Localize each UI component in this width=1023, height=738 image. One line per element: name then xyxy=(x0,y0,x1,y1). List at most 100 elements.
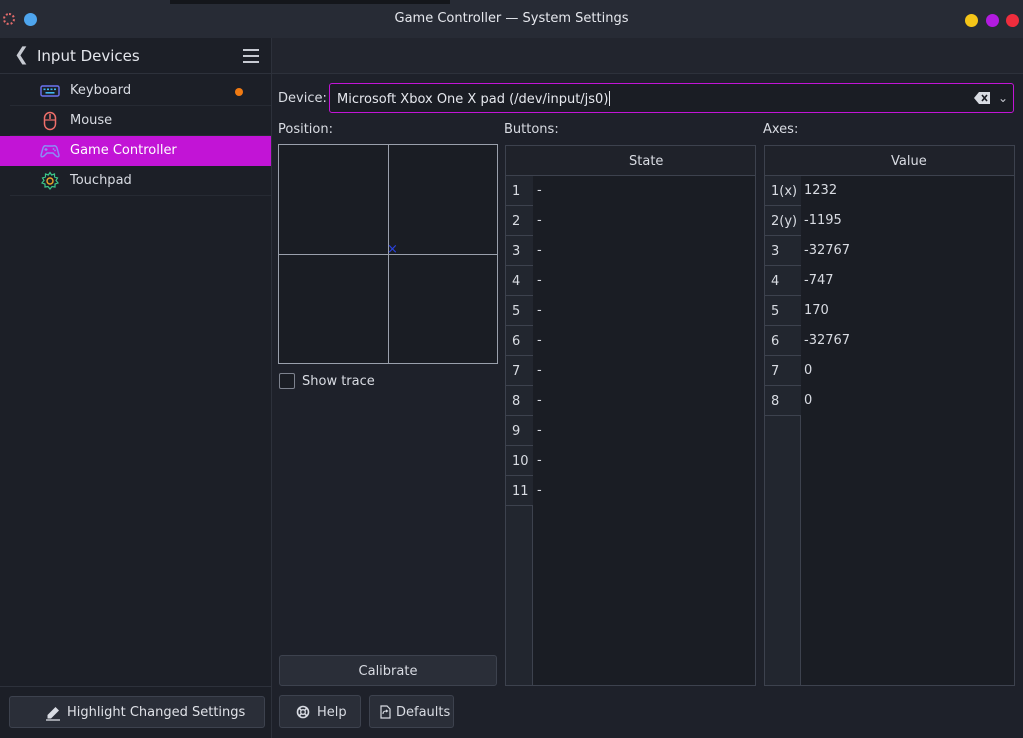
row-number: 1 xyxy=(506,176,533,206)
axis-value: 0 xyxy=(804,363,813,378)
document-restore-icon xyxy=(380,705,391,719)
table-row: 1(x) 1232 xyxy=(765,176,1014,206)
row-number: 4 xyxy=(506,266,533,296)
axis-value: 1232 xyxy=(804,183,838,198)
mouse-icon xyxy=(43,111,57,131)
main-header xyxy=(272,38,1023,74)
defaults-label: Defaults xyxy=(396,705,451,720)
button-state: - xyxy=(537,243,542,258)
table-row: 2(y) -1195 xyxy=(765,206,1014,236)
axis-value: 0 xyxy=(804,393,813,408)
axis-number: 4 xyxy=(765,266,801,296)
sidebar-item-touchpad[interactable]: Touchpad xyxy=(0,166,271,196)
show-trace-checkbox[interactable] xyxy=(279,373,295,389)
sidebar: ❮ Input Devices Keyboard Mouse Game Cont… xyxy=(0,38,272,738)
hamburger-menu-icon[interactable] xyxy=(243,49,259,63)
button-state: - xyxy=(537,393,542,408)
clear-text-icon[interactable] xyxy=(974,92,990,104)
title-bar-shadow xyxy=(170,0,450,4)
axes-table-header: Value xyxy=(765,146,1014,176)
keyboard-icon xyxy=(40,85,60,97)
axis-number: 3 xyxy=(765,236,801,266)
sidebar-item-keyboard[interactable]: Keyboard xyxy=(0,76,271,106)
device-select-value[interactable]: Microsoft Xbox One X pad (/dev/input/js0… xyxy=(337,91,611,107)
button-state: - xyxy=(537,483,542,498)
position-view: × xyxy=(278,144,498,364)
button-state: - xyxy=(537,273,542,288)
position-label: Position: xyxy=(278,122,333,137)
device-label: Device: xyxy=(278,91,327,106)
sidebar-item-label: Touchpad xyxy=(70,173,132,188)
window-title: Game Controller — System Settings xyxy=(394,11,629,26)
sidebar-item-label: Game Controller xyxy=(70,143,177,158)
main-panel: Device: Microsoft Xbox One X pad (/dev/i… xyxy=(272,38,1023,738)
sidebar-title: Input Devices xyxy=(37,47,140,65)
table-row: 8- xyxy=(506,386,755,416)
maximize-button[interactable] xyxy=(986,14,999,27)
chevron-down-icon[interactable]: ⌄ xyxy=(998,91,1008,105)
table-row: 5 170 xyxy=(765,296,1014,326)
table-row: 1- xyxy=(506,176,755,206)
table-row: 4- xyxy=(506,266,755,296)
back-arrow-icon[interactable]: ❮ xyxy=(14,46,29,64)
row-number: 11 xyxy=(506,476,533,506)
buttons-table-header: State xyxy=(506,146,755,176)
button-state: - xyxy=(537,453,542,468)
highlight-changed-settings-button[interactable]: Highlight Changed Settings xyxy=(9,696,265,728)
calibrate-button[interactable]: Calibrate xyxy=(279,655,497,686)
defaults-button[interactable]: Defaults xyxy=(369,695,454,728)
button-state: - xyxy=(537,303,542,318)
minimize-button[interactable] xyxy=(965,14,978,27)
highlight-changed-settings-label: Highlight Changed Settings xyxy=(67,705,246,720)
axis-number: 8 xyxy=(765,386,801,416)
help-button[interactable]: Help xyxy=(279,695,361,728)
row-number: 5 xyxy=(506,296,533,326)
button-state: - xyxy=(537,423,542,438)
button-state: - xyxy=(537,213,542,228)
table-row: 2- xyxy=(506,206,755,236)
axis-value: -747 xyxy=(804,273,834,288)
row-number: 8 xyxy=(506,386,533,416)
axis-value: -1195 xyxy=(804,213,842,228)
button-state: - xyxy=(537,363,542,378)
table-row: 7- xyxy=(506,356,755,386)
axis-number: 5 xyxy=(765,296,801,326)
axis-number: 1(x) xyxy=(765,176,801,206)
table-row: 6 -32767 xyxy=(765,326,1014,356)
title-bar: Game Controller — System Settings xyxy=(0,0,1023,38)
axis-number: 6 xyxy=(765,326,801,356)
table-row: 6- xyxy=(506,326,755,356)
position-marker-icon: × xyxy=(387,242,398,257)
buttons-label: Buttons: xyxy=(504,122,559,137)
touchpad-icon xyxy=(40,171,60,190)
state-column-header: State xyxy=(629,154,664,169)
table-row: 70 xyxy=(765,356,1014,386)
axis-value: -32767 xyxy=(804,243,851,258)
sidebar-header: ❮ Input Devices xyxy=(0,38,271,74)
sidebar-item-mouse[interactable]: Mouse xyxy=(0,106,271,136)
help-lifebuoy-icon xyxy=(296,705,310,719)
sidebar-item-label: Mouse xyxy=(70,113,113,128)
sidebar-item-game-controller[interactable]: Game Controller xyxy=(0,136,271,166)
axes-table[interactable]: Value 1(x) 1232 2(y) -1195 3 -32767 4 -747 5… xyxy=(764,145,1015,686)
buttons-table[interactable]: State 1- 2- 3- 4- 5- 6- 7- 8- 9- 10- 11- xyxy=(505,145,756,686)
row-number: 7 xyxy=(506,356,533,386)
button-state: - xyxy=(537,333,542,348)
row-number: 9 xyxy=(506,416,533,446)
row-number: 2 xyxy=(506,206,533,236)
axis-number: 2(y) xyxy=(765,206,801,236)
table-row: 4 -747 xyxy=(765,266,1014,296)
text-caret xyxy=(609,91,611,106)
row-number: 6 xyxy=(506,326,533,356)
table-row: 3- xyxy=(506,236,755,266)
device-select[interactable]: Microsoft Xbox One X pad (/dev/input/js0… xyxy=(329,83,1014,113)
axis-number: 7 xyxy=(765,356,801,386)
axes-label: Axes: xyxy=(763,122,799,137)
close-button[interactable] xyxy=(1006,14,1019,27)
help-label: Help xyxy=(317,705,347,720)
show-trace-label: Show trace xyxy=(302,374,375,389)
table-row: 3 -32767 xyxy=(765,236,1014,266)
table-row: 5- xyxy=(506,296,755,326)
sidebar-item-label: Keyboard xyxy=(70,83,132,98)
divider xyxy=(10,195,271,196)
